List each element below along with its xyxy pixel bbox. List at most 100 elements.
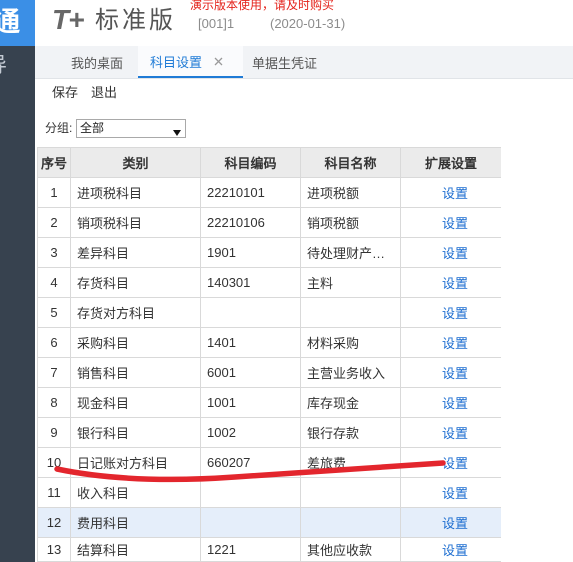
row-settings-link[interactable]: 设置 [442,396,468,411]
row-index-cell: 2 [37,207,71,238]
row-category-cell: 销售科目 [70,357,201,388]
save-button[interactable]: 保存 [52,85,78,101]
row-code-cell: 1001 [200,387,301,418]
row-index-cell: 5 [37,297,71,328]
tab-account-settings[interactable]: 科目设置 [138,46,243,78]
row-action-cell: 设置 [400,327,501,358]
column-header-category: 类别 [70,147,201,178]
row-category-cell: 收入科目 [70,477,201,508]
row-index-cell: 9 [37,417,71,448]
tab-bar: 我的桌面 科目设置 单据生凭证 [35,46,573,79]
row-code-cell [200,297,301,328]
trial-notice-link[interactable]: 演示版本使用，请及时购买 [190,0,334,12]
row-settings-link[interactable]: 设置 [442,516,468,531]
group-filter-select[interactable]: 全部 [76,119,186,138]
row-name-cell [300,507,401,538]
column-header-action: 扩展设置 [400,147,501,178]
row-index-cell: 7 [37,357,71,388]
row-code-cell [200,477,301,508]
column-header-index: 序号 [37,147,71,178]
row-category-cell: 存货对方科目 [70,297,201,328]
row-settings-link[interactable]: 设置 [442,276,468,291]
row-category-cell: 差异科目 [70,237,201,268]
table-row[interactable]: 13 结算科目 1221 其他应收款 设置 [37,537,501,562]
row-name-cell: 差旅费 [300,447,401,478]
row-name-cell: 其他应收款 [300,537,401,562]
table-row[interactable]: 7 销售科目 6001 主营业务收入 设置 [37,357,501,388]
grid-header-row: 序号 类别 科目编码 科目名称 扩展设置 [37,147,501,178]
table-row[interactable]: 3 差异科目 1901 待处理财产… 设置 [37,237,501,268]
row-action-cell: 设置 [400,537,501,562]
table-row[interactable]: 5 存货对方科目 设置 [37,297,501,328]
sidebar: 通 导 [0,0,35,562]
row-settings-link[interactable]: 设置 [442,336,468,351]
row-code-cell: 6001 [200,357,301,388]
row-code-cell: 660207 [200,447,301,478]
row-index-cell: 1 [37,177,71,208]
row-index-cell: 13 [37,537,71,562]
row-code-cell: 1401 [200,327,301,358]
row-action-cell: 设置 [400,387,501,418]
account-settings-grid: 序号 类别 科目编码 科目名称 扩展设置 1 进项税科目 22210101 进项税额 设置 2 销项… [37,147,501,562]
row-settings-link[interactable]: 设置 [442,426,468,441]
row-settings-link[interactable]: 设置 [442,366,468,381]
row-category-cell: 存货科目 [70,267,201,298]
row-index-cell: 11 [37,477,71,508]
tab-label: 我的桌面 [70,55,123,71]
row-category-cell: 费用科目 [70,507,201,538]
close-icon[interactable] [213,56,224,67]
login-date: (2020-01-31) [270,16,346,31]
table-row[interactable]: 12 费用科目 设置 [37,507,501,538]
column-header-name: 科目名称 [300,147,401,178]
row-settings-link[interactable]: 设置 [442,186,468,201]
app-header: T+ 标准版 演示版本使用，请及时购买 [001]1 (2020-01-31) [35,0,573,46]
table-row[interactable]: 10 日记账对方科目 660207 差旅费 设置 [37,447,501,478]
table-row[interactable]: 4 存货科目 140301 主料 设置 [37,267,501,298]
dropdown-arrow-icon[interactable] [173,125,181,136]
row-code-cell: 1221 [200,537,301,562]
table-row[interactable]: 9 银行科目 1002 银行存款 设置 [37,417,501,448]
row-category-cell: 现金科目 [70,387,201,418]
row-name-cell: 主料 [300,267,401,298]
table-row[interactable]: 1 进项税科目 22210101 进项税额 设置 [37,177,501,208]
sidebar-nav-glyph[interactable]: 导 [0,55,7,77]
row-settings-link[interactable]: 设置 [442,216,468,231]
row-settings-link[interactable]: 设置 [442,543,468,558]
grid-body: 1 进项税科目 22210101 进项税额 设置 2 销项税科目 22210106 销项税额 设置… [37,177,501,562]
table-row[interactable]: 8 现金科目 1001 库存现金 设置 [37,387,501,418]
row-code-cell: 22210101 [200,177,301,208]
row-code-cell [200,507,301,538]
product-edition: 标准版 [95,7,176,34]
table-row[interactable]: 2 销项税科目 22210106 销项税额 设置 [37,207,501,238]
table-row[interactable]: 6 采购科目 1401 材料采购 设置 [37,327,501,358]
row-action-cell: 设置 [400,477,501,508]
account-set: [001]1 [198,16,235,31]
row-name-cell: 进项税额 [300,177,401,208]
group-filter-label: 分组: [45,121,73,135]
row-code-cell: 22210106 [200,207,301,238]
row-index-cell: 4 [37,267,71,298]
row-index-cell: 8 [37,387,71,418]
table-row[interactable]: 11 收入科目 设置 [37,477,501,508]
row-action-cell: 设置 [400,177,501,208]
row-name-cell [300,477,401,508]
row-name-cell: 待处理财产… [300,237,401,268]
row-category-cell: 采购科目 [70,327,201,358]
row-action-cell: 设置 [400,447,501,478]
row-settings-link[interactable]: 设置 [442,456,468,471]
row-code-cell: 1002 [200,417,301,448]
exit-button[interactable]: 退出 [91,85,117,101]
group-filter-value: 全部 [80,121,105,135]
tab-desktop[interactable]: 我的桌面 [56,46,138,78]
brand-block: 通 [0,0,35,46]
row-settings-link[interactable]: 设置 [442,246,468,261]
row-settings-link[interactable]: 设置 [442,486,468,501]
tab-voucher-generation[interactable]: 单据生凭证 [243,46,335,78]
tab-label: 科目设置 [150,54,203,70]
row-category-cell: 结算科目 [70,537,201,562]
row-category-cell: 进项税科目 [70,177,201,208]
column-header-code: 科目编码 [200,147,301,178]
row-code-cell: 1901 [200,237,301,268]
row-settings-link[interactable]: 设置 [442,306,468,321]
row-action-cell: 设置 [400,357,501,388]
